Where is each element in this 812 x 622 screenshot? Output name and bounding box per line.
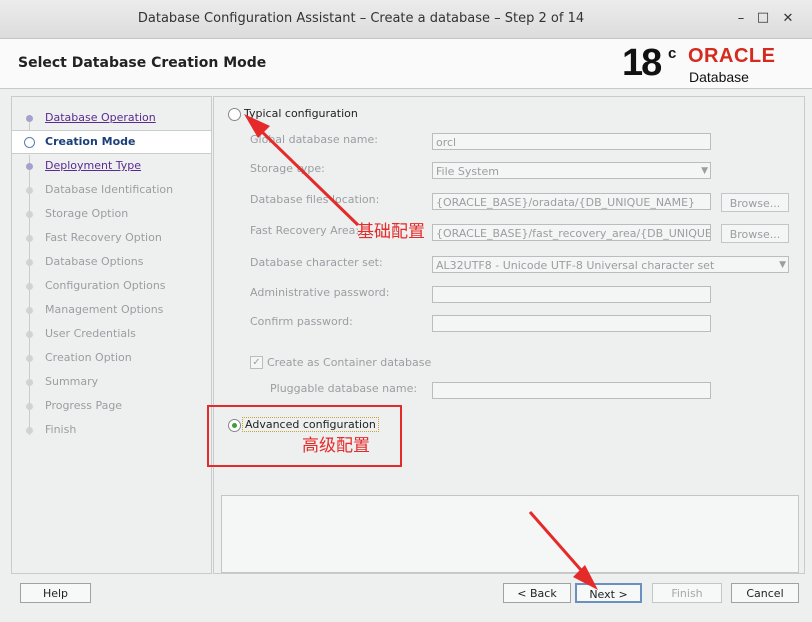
annotation-arrows (244, 114, 598, 590)
arrow-to-typical (253, 123, 360, 227)
advanced-annotation: 高级配置 (302, 436, 370, 456)
typical-annotation: 基础配置 (357, 222, 425, 242)
arrow-to-next (528, 511, 590, 579)
dbca-window: Database Configuration Assistant – Creat… (0, 0, 812, 622)
arrow-head-icon (573, 565, 598, 590)
